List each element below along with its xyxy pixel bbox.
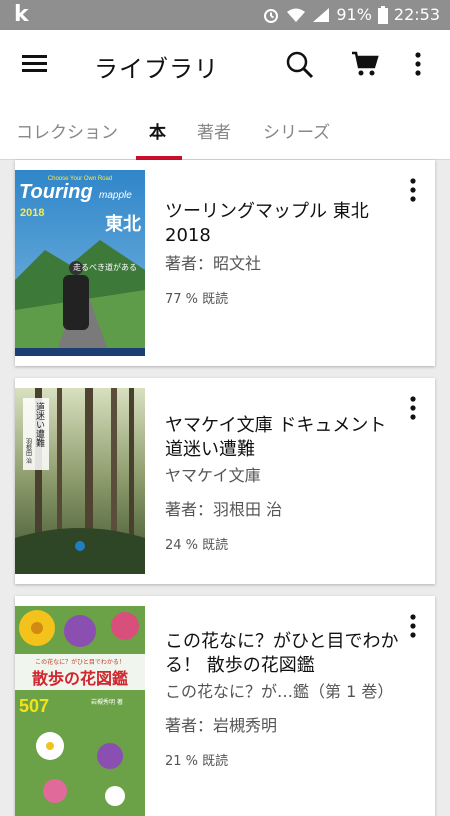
cover-tagline: 走るべき道がある bbox=[73, 262, 137, 272]
book-overflow-icon[interactable] bbox=[409, 614, 417, 638]
read-progress: 21 % 既読 bbox=[165, 754, 229, 769]
cover-vertical-author: 羽根田 治 bbox=[25, 438, 32, 465]
read-progress: 24 % 既読 bbox=[165, 538, 229, 553]
book-author: 著者：羽根田 治 bbox=[165, 500, 283, 519]
book-cover[interactable]: Choose Your Own Road Touring mapple 2018… bbox=[15, 170, 145, 356]
cover-brand-2: mapple bbox=[99, 190, 132, 201]
book-author: 著者：昭文社 bbox=[165, 254, 262, 273]
hamburger-menu-icon[interactable] bbox=[22, 53, 48, 75]
carrier-logo: k bbox=[14, 2, 29, 27]
book-overflow-icon[interactable] bbox=[409, 178, 417, 202]
battery-percent: 91% bbox=[336, 5, 372, 24]
book-cover[interactable]: この花なに？がひと目でわかる！ 散歩の花図鑑 507 岩槻秀明 著 bbox=[15, 606, 145, 816]
cover-year: 2018 bbox=[20, 207, 44, 219]
cover-author: 岩槻秀明 著 bbox=[91, 698, 123, 706]
tab-bar: コレクション 本 著者 シリーズ bbox=[0, 100, 450, 160]
book-list: Choose Your Own Road Touring mapple 2018… bbox=[0, 160, 450, 816]
page-title: ライブラリ bbox=[94, 55, 219, 83]
book-card[interactable]: 道迷い遭難 羽根田 治 ヤマケイ文庫 ドキュメント 道迷い遭難 ヤマケイ文庫 著… bbox=[15, 378, 435, 584]
tab-books[interactable]: 本 bbox=[149, 118, 166, 143]
book-title: ヤマケイ文庫 ドキュメント 道迷い遭難 bbox=[165, 415, 387, 460]
book-card[interactable]: この花なに？がひと目でわかる！ 散歩の花図鑑 507 岩槻秀明 著 この花なに？… bbox=[15, 596, 435, 816]
book-series: ヤマケイ文庫 bbox=[165, 466, 261, 485]
tab-collection[interactable]: コレクション bbox=[16, 118, 118, 143]
status-bar: k 91% 22:53 bbox=[0, 0, 450, 30]
cart-icon[interactable] bbox=[351, 50, 379, 78]
cover-title: 散歩の花図鑑 bbox=[32, 669, 128, 688]
clock: 22:53 bbox=[393, 5, 440, 24]
search-icon[interactable] bbox=[285, 50, 315, 80]
book-cover[interactable]: 道迷い遭難 羽根田 治 bbox=[15, 388, 145, 574]
cover-region: 東北 bbox=[105, 213, 141, 235]
book-author: 著者：岩槻秀明 bbox=[165, 716, 278, 735]
overflow-menu-icon[interactable] bbox=[414, 52, 422, 76]
tab-series[interactable]: シリーズ bbox=[263, 118, 330, 143]
book-title: この花なに？がひと目でわかる！ 散歩の花図鑑 bbox=[165, 631, 399, 676]
alarm-icon bbox=[264, 8, 279, 23]
book-series: この花なに？が…鑑（第 1 巻） bbox=[165, 682, 394, 701]
cover-brand: Touring bbox=[19, 181, 93, 203]
battery-icon bbox=[377, 5, 388, 24]
signal-icon bbox=[313, 7, 330, 22]
app-bar: ライブラリ bbox=[0, 30, 450, 100]
tab-authors[interactable]: 著者 bbox=[197, 118, 231, 143]
book-overflow-icon[interactable] bbox=[409, 396, 417, 420]
cover-top-text: この花なに？がひと目でわかる！ bbox=[35, 658, 125, 666]
read-progress: 77 % 既読 bbox=[165, 292, 229, 307]
cover-vertical-title: 道迷い遭難 bbox=[34, 401, 45, 448]
cover-number: 507 bbox=[19, 696, 49, 716]
book-card[interactable]: Choose Your Own Road Touring mapple 2018… bbox=[15, 160, 435, 366]
wifi-icon bbox=[287, 8, 306, 22]
book-title: ツーリングマップル 東北 2018 bbox=[165, 201, 369, 246]
